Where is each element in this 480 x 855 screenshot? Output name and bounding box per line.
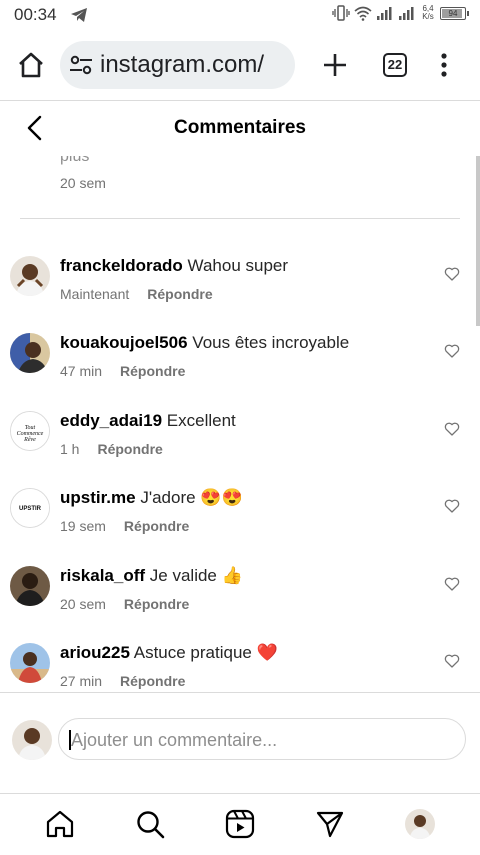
comment-time: 47 min [60,363,103,379]
comment-username[interactable]: ariou225 [60,643,130,662]
avatar[interactable]: UPSTIR [10,488,50,528]
profile-avatar[interactable] [405,809,435,839]
status-icons: 6,4 K/s 94 [332,5,469,21]
reply-button[interactable]: Répondre [124,518,189,534]
reels-icon[interactable] [225,809,255,839]
comment-time: Maintenant [60,286,130,302]
avatar[interactable]: Tout Commence Rêve [10,411,50,451]
network-speed-unit: K/s [422,12,434,21]
comment-time: 20 sem [60,596,106,612]
divider [20,218,460,219]
comments-header: Commentaires [0,100,480,157]
avatar[interactable] [10,256,50,296]
comment-text-line: kouakoujoel506 Vous êtes incroyable [60,333,349,353]
send-icon[interactable] [315,809,345,839]
previous-comment-time: 20 sem [60,175,106,191]
previous-comment-text: plus [60,156,90,165]
comment-text: Vous êtes incroyable [192,333,350,352]
comment-item: UPSTIR upstir.me J'adore 😍😍 19 sem Répond… [0,488,480,558]
avatar[interactable] [10,643,50,683]
comment-time: 1 h [60,441,80,457]
site-settings-icon[interactable] [68,54,94,76]
url-text[interactable]: instagram.com/ [100,51,264,79]
vibrate-icon [332,5,350,21]
avatar-logo: UPSTIR [11,489,49,527]
comment-text: Excellent [166,411,236,430]
reply-button[interactable]: Répondre [120,673,185,689]
comment-text-line: eddy_adai19 Excellent [60,411,236,431]
avatar-logo: Tout Commence Rêve [11,412,49,450]
tab-switcher-button[interactable]: 22 [383,53,407,77]
comment-time: 27 min [60,673,103,689]
battery-level: 94 [448,8,458,18]
comment-item: riskala_off Je valide 👍 20 sem Répondre [0,566,480,636]
comment-text-line: upstir.me J'adore 😍😍 [60,488,243,508]
browser-toolbar: instagram.com/ 22 [0,30,480,100]
like-heart-icon[interactable] [444,576,460,592]
comment-input-bar: Ajouter un commentaire... [0,692,480,794]
comment-text-line: franckeldorado Wahou super [60,256,288,276]
svg-text:UPSTIR: UPSTIR [19,506,42,512]
comment-text-line: riskala_off Je valide 👍 [60,566,243,586]
current-user-avatar [12,720,52,760]
comment-input-placeholder: Ajouter un commentaire... [71,730,278,750]
new-tab-icon[interactable] [320,50,350,80]
status-bar: 00:34 6,4 K/s 94 [0,0,480,30]
comment-item: franckeldorado Wahou super Maintenant Rép… [0,256,480,326]
wifi-icon [354,6,372,21]
comment-meta: Maintenant Répondre [60,286,213,302]
comment-time: 19 sem [60,518,106,534]
avatar[interactable] [10,566,50,606]
comment-item: ariou225 Astuce pratique ❤️ 27 min Répond… [0,643,480,692]
comment-text: J'adore 😍😍 [140,488,243,507]
svg-text:Rêve: Rêve [23,437,36,443]
comments-list[interactable]: plus 20 sem franckeldorado Wahou super M… [0,156,480,692]
bottom-navigation [0,793,480,855]
comment-username[interactable]: riskala_off [60,566,145,585]
avatar[interactable] [10,333,50,373]
comment-username[interactable]: eddy_adai19 [60,411,162,430]
status-time: 00:34 [14,5,57,24]
comment-item: kouakoujoel506 Vous êtes incroyable 47 m… [0,333,480,403]
comment-username[interactable]: kouakoujoel506 [60,333,188,352]
page-title: Commentaires [174,117,306,138]
reply-button[interactable]: Répondre [120,363,185,379]
reply-button[interactable]: Répondre [147,286,212,302]
comment-meta: 1 h Répondre [60,441,163,457]
like-heart-icon[interactable] [444,498,460,514]
reply-button[interactable]: Répondre [124,596,189,612]
battery-icon: 94 [440,6,469,20]
comment-meta: 19 sem Répondre [60,518,189,534]
more-menu-icon[interactable] [436,50,452,80]
comment-username[interactable]: franckeldorado [60,256,183,275]
comment-username[interactable]: upstir.me [60,488,136,507]
search-icon[interactable] [135,809,165,839]
comment-item: Tout Commence Rêve eddy_adai19 Excellent… [0,411,480,481]
like-heart-icon[interactable] [444,266,460,282]
comment-input[interactable]: Ajouter un commentaire... [58,718,466,760]
comment-meta: 27 min Répondre [60,673,185,689]
like-heart-icon[interactable] [444,421,460,437]
comment-text: Je valide 👍 [149,566,243,585]
like-heart-icon[interactable] [444,653,460,669]
address-bar[interactable]: instagram.com/ [60,41,295,89]
telegram-icon [71,8,87,22]
comment-text-line: ariou225 Astuce pratique ❤️ [60,643,278,663]
browser-home-icon[interactable] [16,50,46,80]
comment-meta: 47 min Répondre [60,363,185,379]
network-speed: 6,4 K/s [420,5,436,21]
signal-icon-2 [399,7,414,20]
comment-text: Astuce pratique ❤️ [133,643,278,662]
signal-icon-1 [377,7,392,20]
home-icon[interactable] [45,809,75,839]
comment-text: Wahou super [187,256,289,275]
comment-meta: 20 sem Répondre [60,596,189,612]
like-heart-icon[interactable] [444,343,460,359]
reply-button[interactable]: Répondre [97,441,162,457]
